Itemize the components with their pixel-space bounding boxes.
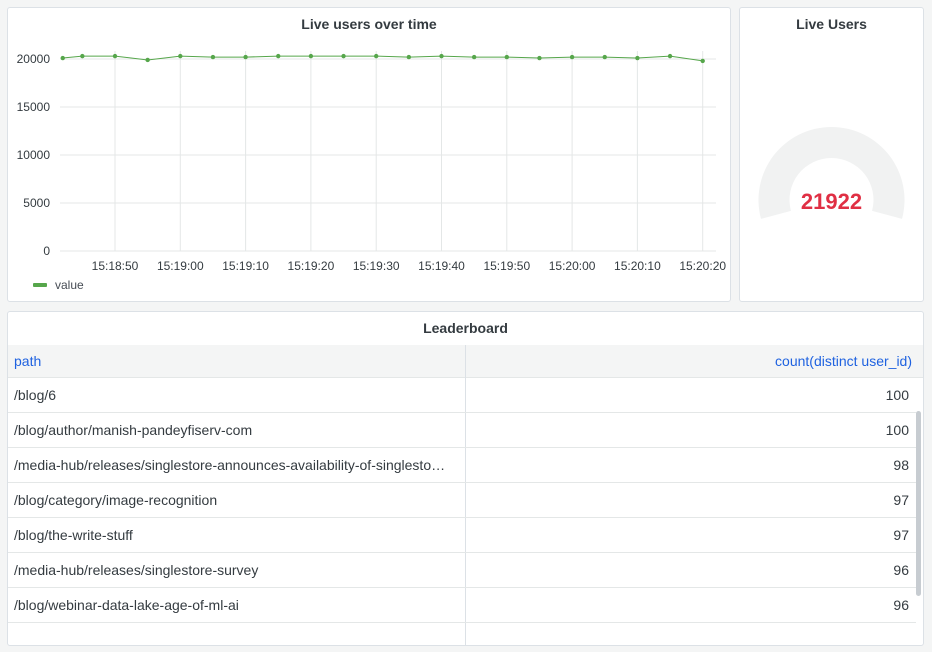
cell-count: 96 [893,597,909,613]
data-point [667,53,673,59]
data-point [504,54,509,60]
table-row[interactable]: /blog/the-write-stuff 97 [8,518,916,553]
legend-label[interactable]: value [55,278,84,292]
y-tick-label: 10000 [17,148,51,162]
table-row[interactable]: /media-hub/releases/singlestore-announce… [8,448,916,483]
y-tick-label: 20000 [17,52,51,66]
data-point [374,53,379,59]
x-tick-label: 15:19:30 [353,259,400,273]
leaderboard-table: path count(distinct user_id) /blog/6 100/… [8,345,923,645]
table-header: path count(distinct user_id) [8,345,923,378]
cell-path: /blog/the-write-stuff [8,518,466,552]
table-scrollbar[interactable] [916,411,921,596]
x-tick-label: 15:19:00 [157,259,204,273]
live-users-gauge-panel: Live Users 21922 [739,7,924,302]
data-point [80,53,85,59]
data-point [112,53,118,59]
gauge-arc [758,127,905,219]
data-point [471,54,477,60]
chart-legend[interactable]: value [33,278,84,292]
table-row[interactable] [8,623,916,645]
cell-count: 98 [893,457,909,473]
x-tick-label: 15:20:00 [549,259,596,273]
x-tick-label: 15:19:50 [483,259,530,273]
leaderboard-title[interactable]: Leaderboard [8,320,923,336]
gauge-value: 21922 [800,189,863,214]
x-tick-label: 15:20:20 [679,259,726,273]
data-point [276,53,281,59]
leaderboard-panel: Leaderboard path count(distinct user_id)… [7,311,924,646]
x-tick-label: 15:20:10 [614,259,661,273]
column-header-count[interactable]: count(distinct user_id) [466,345,922,378]
x-tick-label: 15:19:40 [418,259,465,273]
cell-count: 96 [893,562,909,578]
table-row[interactable]: /blog/webinar-data-lake-age-of-ml-ai 96 [8,588,916,623]
data-point [243,54,248,60]
data-point [439,53,444,59]
table-row[interactable]: /blog/author/manish-pandeyfiserv-com 100 [8,413,916,448]
y-tick-label: 5000 [23,196,50,210]
cell-path: /blog/6 [8,378,466,412]
cell-path: /blog/webinar-data-lake-age-of-ml-ai [8,588,466,622]
y-tick-label: 15000 [17,100,51,114]
data-point [308,53,314,59]
cell-path: /blog/category/image-recognition [8,483,466,517]
cell-path [8,623,466,645]
table-row[interactable]: /blog/6 100 [8,378,916,413]
x-tick-label: 15:18:50 [92,259,139,273]
data-point [537,55,542,61]
cell-count: 97 [893,492,909,508]
data-point [178,53,183,59]
cell-count [466,623,916,645]
y-tick-label: 0 [43,244,50,258]
data-point [145,57,150,63]
cell-path: /media-hub/releases/singlestore-survey [8,553,466,587]
table-body: /blog/6 100/blog/author/manish-pandeyfise… [8,378,916,645]
data-point [700,58,705,64]
cell-count: 97 [893,527,909,543]
data-point [341,53,346,59]
table-row[interactable]: /blog/category/image-recognition 97 [8,483,916,518]
cell-count: 100 [885,387,909,403]
table-row[interactable]: /media-hub/releases/singlestore-survey 96 [8,553,916,588]
data-point [406,54,412,60]
data-point [569,54,575,60]
legend-swatch-icon [33,283,47,287]
data-point [60,55,65,61]
cell-count: 100 [885,422,909,438]
live-users-line-chart: 0 5000 10000 15000 20000 15:18:50 15:19:00 15:1… [17,51,726,273]
cell-path: /blog/author/manish-pandeyfiserv-com [8,413,466,447]
live-users-chart-panel: Live users over time 0 5000 10000 15000 2000… [7,7,731,302]
data-point [602,54,607,60]
column-header-path[interactable]: path [8,345,466,378]
x-tick-label: 15:19:20 [288,259,335,273]
cell-path: /media-hub/releases/singlestore-announce… [8,448,466,482]
data-point [635,55,640,61]
data-point [210,54,216,60]
x-tick-label: 15:19:10 [222,259,269,273]
